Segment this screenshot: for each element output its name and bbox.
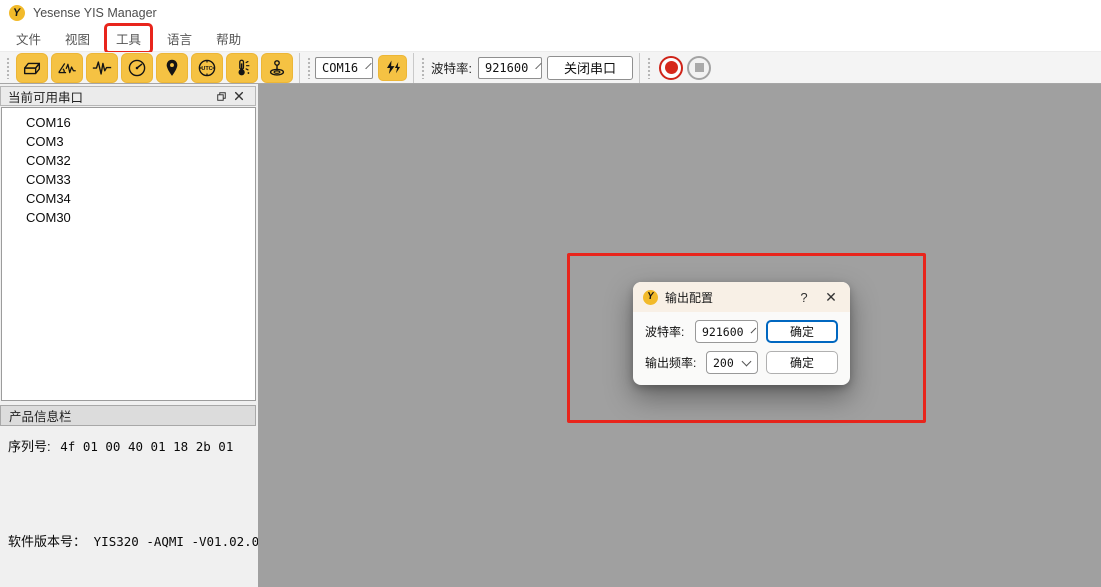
chevron-down-icon <box>741 357 751 367</box>
toolbar-drag-handle[interactable] <box>307 57 311 79</box>
waveform-icon <box>91 57 113 79</box>
svg-text:UTC: UTC <box>201 66 212 72</box>
dialog-baud-label: 波特率: <box>645 323 684 340</box>
dialog-baud-select[interactable]: 921600 <box>695 320 758 343</box>
float-window-icon <box>216 91 227 102</box>
chevron-down-icon <box>365 63 371 69</box>
dialog-output-rate-select[interactable]: 200 <box>706 351 758 374</box>
serial-number-value: 4f 01 00 40 01 18 2b 01 <box>60 439 233 454</box>
magnetic-pin-icon <box>266 57 288 79</box>
close-serial-port-button[interactable]: 关闭串口 <box>547 56 633 80</box>
software-version-value: YIS320 -AQMI -V01.02.03; <box>94 534 275 549</box>
menu-tools[interactable]: 工具 <box>107 26 150 51</box>
dialog-title: 输出配置 <box>665 289 713 306</box>
dock-header: 当前可用串口 <box>0 86 256 106</box>
com-port-value: COM16 <box>322 61 358 75</box>
temperature-button[interactable] <box>226 53 258 83</box>
port-list-item[interactable]: COM3 <box>2 132 255 151</box>
baud-rate-value: 921600 <box>485 61 528 75</box>
toolbar-separator <box>639 53 640 83</box>
record-icon <box>665 61 678 74</box>
dialog-output-rate-label: 输出频率: <box>645 354 696 371</box>
attitude-angle-icon <box>56 57 78 79</box>
baud-rate-label: 波特率: <box>431 58 472 77</box>
magnetic-pin-button[interactable] <box>261 53 293 83</box>
cube-3d-button[interactable] <box>16 53 48 83</box>
record-button[interactable] <box>659 56 683 80</box>
port-list-item[interactable]: COM33 <box>2 170 255 189</box>
dialog-title-bar: Y 输出配置 ? ✕ <box>633 282 850 312</box>
cube-3d-icon <box>21 57 43 79</box>
lightning-refresh-icon <box>384 59 402 77</box>
confirm-baud-button[interactable]: 确定 <box>766 320 838 343</box>
dialog-baud-value: 921600 <box>702 325 744 339</box>
close-panel-button[interactable] <box>230 88 248 104</box>
waveform-button[interactable] <box>86 53 118 83</box>
utc-clock-icon: UTC <box>196 57 218 79</box>
float-panel-button[interactable] <box>212 88 230 104</box>
product-info-title: 产品信息栏 <box>9 406 72 425</box>
port-list-item[interactable]: COM32 <box>2 151 255 170</box>
port-list-item[interactable]: COM30 <box>2 208 255 227</box>
stop-icon <box>695 63 704 72</box>
title-bar: Y Yesense YIS Manager <box>0 0 1101 26</box>
dialog-output-rate-value: 200 <box>713 356 734 370</box>
software-version-label: 软件版本号： <box>8 534 86 549</box>
confirm-output-rate-button[interactable]: 确定 <box>766 351 838 374</box>
serial-port-dock: 当前可用串口 COM16 COM3 COM32 COM33 COM34 COM3… <box>0 84 258 587</box>
output-config-dialog: Y 输出配置 ? ✕ 波特率: 921600 确定 输出频率: 200 确定 <box>633 282 850 385</box>
menu-help[interactable]: 帮助 <box>204 24 253 53</box>
app-logo-icon: Y <box>9 5 25 21</box>
software-version-line: 软件版本号： YIS320 -AQMI -V01.02.03; <box>8 531 274 550</box>
chevron-down-icon <box>536 63 542 69</box>
serial-number-label: 序列号: <box>8 439 51 454</box>
toolbar-drag-handle[interactable] <box>647 57 651 79</box>
menu-bar: 文件 视图 工具 语言 帮助 <box>0 26 1101 52</box>
attitude-angle-button[interactable] <box>51 53 83 83</box>
baud-rate-row: 波特率: 921600 确定 <box>645 320 838 343</box>
baud-rate-select[interactable]: 921600 <box>478 57 542 79</box>
location-pin-button[interactable] <box>156 53 188 83</box>
port-list-item[interactable]: COM34 <box>2 189 255 208</box>
dialog-app-logo-icon: Y <box>643 290 658 305</box>
tools-menu-annotation: 工具 <box>104 23 153 54</box>
location-pin-icon <box>161 57 183 79</box>
window-title: Yesense YIS Manager <box>33 6 157 20</box>
dialog-close-button[interactable]: ✕ <box>816 289 846 306</box>
output-rate-row: 输出频率: 200 确定 <box>645 351 838 374</box>
port-list-item[interactable]: COM16 <box>2 113 255 132</box>
utc-clock-button[interactable]: UTC <box>191 53 223 83</box>
toolbar: UTC COM16 波特率: 921600 <box>0 52 1101 84</box>
chevron-down-icon <box>750 328 756 334</box>
menu-file[interactable]: 文件 <box>4 24 53 53</box>
menu-language[interactable]: 语言 <box>155 24 204 53</box>
toolbar-separator <box>299 53 300 83</box>
serial-number-line: 序列号: 4f 01 00 40 01 18 2b 01 <box>8 436 233 455</box>
product-info-header: 产品信息栏 <box>0 405 256 426</box>
close-icon <box>234 91 244 101</box>
toolbar-separator <box>413 53 414 83</box>
menu-view[interactable]: 视图 <box>53 24 102 53</box>
refresh-ports-button[interactable] <box>378 55 407 81</box>
stop-button[interactable] <box>687 56 711 80</box>
dock-title: 当前可用串口 <box>8 87 83 106</box>
temperature-icon <box>231 57 253 79</box>
available-ports-list: COM16 COM3 COM32 COM33 COM34 COM30 <box>1 107 256 401</box>
gauge-button[interactable] <box>121 53 153 83</box>
gauge-icon <box>126 57 148 79</box>
dialog-help-button[interactable]: ? <box>792 290 816 305</box>
toolbar-drag-handle[interactable] <box>421 57 425 79</box>
com-port-select[interactable]: COM16 <box>315 57 373 79</box>
toolbar-drag-handle[interactable] <box>6 57 10 79</box>
